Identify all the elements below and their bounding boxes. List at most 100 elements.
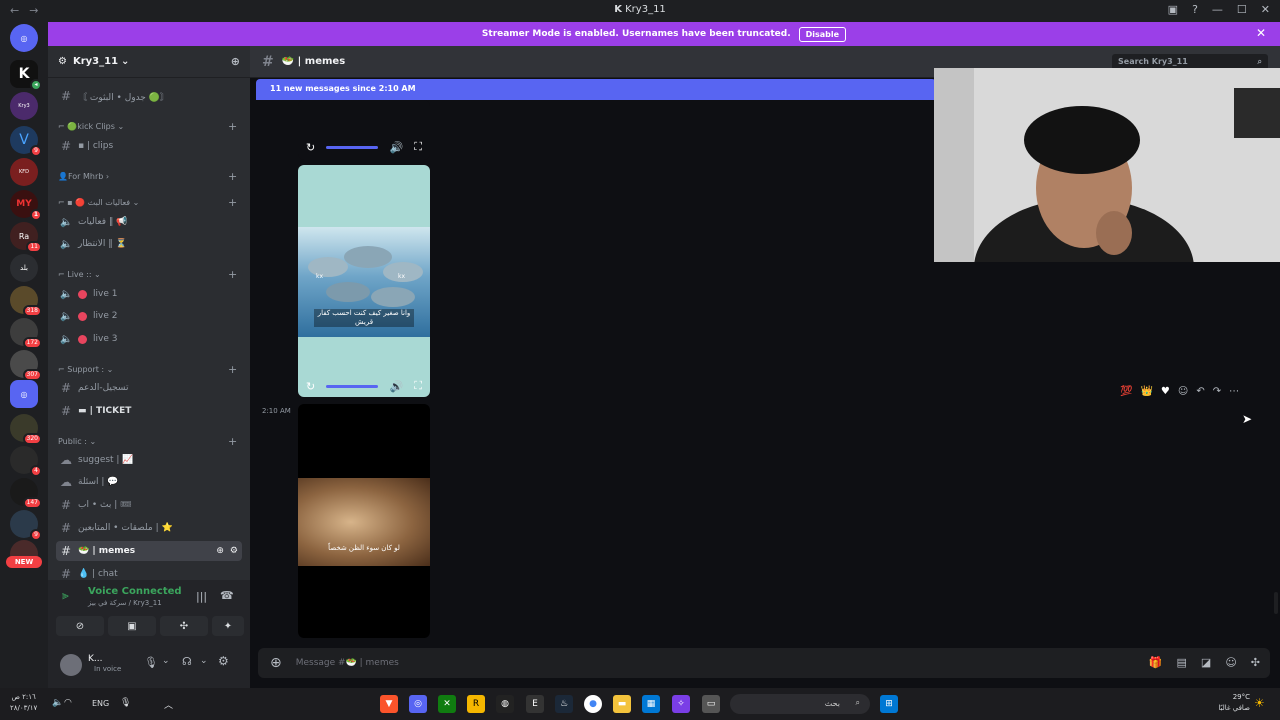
server-320[interactable]: 320 — [10, 414, 42, 445]
server-header[interactable]: ⚙ Kry3_11 ⌄ ⊕ — [48, 46, 250, 78]
weather-widget[interactable]: 29°C صافي غالبًا — [1208, 692, 1250, 714]
minimize-icon[interactable]: — — [1212, 3, 1223, 16]
video-progress[interactable] — [326, 384, 379, 388]
close-banner-icon[interactable]: ✕ — [1256, 26, 1266, 40]
server-my[interactable]: MY 1 — [10, 190, 42, 221]
wifi-icon[interactable]: ◠ — [64, 698, 72, 708]
soundboard-icon[interactable]: ||| — [196, 590, 207, 603]
brave-browser-icon[interactable]: ▼ — [380, 695, 398, 713]
server-4[interactable]: 4 — [10, 446, 42, 477]
server-discord[interactable]: ◎ — [10, 380, 38, 408]
reaction-100-icon[interactable]: 💯 — [1120, 386, 1132, 397]
chevron-down-icon[interactable]: ⌄ — [162, 656, 170, 666]
add-channel-icon[interactable]: + — [228, 363, 237, 376]
new-messages-bar[interactable]: 11 new messages since 2:10 AM — [256, 79, 936, 100]
server-kry3[interactable]: K ◂ — [10, 60, 42, 91]
clock[interactable]: ٢:١٦ ص ٢٨/٠٣/١٧ — [10, 692, 37, 714]
server-307[interactable]: 307 — [10, 350, 42, 381]
add-friend-icon[interactable]: ⊕ — [231, 55, 240, 68]
fullscreen-icon[interactable]: ⛶ — [414, 379, 422, 393]
server-rate[interactable]: Ra 11 — [10, 222, 42, 253]
channel-waiting[interactable]: 🔈 الانتظار ‖ ⏳ — [56, 234, 242, 254]
reaction-crown-icon[interactable]: 👑 — [1140, 386, 1152, 397]
server-kfd[interactable]: KFD — [10, 158, 38, 186]
channel-schedule[interactable]: # 〘 جدول • البثوت 🟢〙 — [56, 86, 242, 106]
xbox-icon[interactable]: ✕ — [438, 695, 456, 713]
sticker-icon[interactable]: ◪ — [1201, 656, 1211, 669]
chrome-icon[interactable]: ● — [584, 695, 602, 713]
video-player[interactable]: لو كان سوء الظن شخصاً — [298, 404, 430, 638]
volume-icon[interactable]: 🔊 — [389, 380, 403, 393]
attach-plus-icon[interactable]: ⊕ — [270, 655, 282, 671]
maximize-icon[interactable]: ☐ — [1237, 3, 1247, 16]
store-icon[interactable]: ▦ — [642, 695, 660, 713]
channel-live-1[interactable]: 🔈 live 1 — [56, 284, 242, 304]
add-channel-icon[interactable]: + — [228, 435, 237, 448]
channel-memes[interactable]: # 🥗 | memes ⊕ ⚙ — [56, 541, 242, 561]
copilot-icon[interactable]: ✧ — [672, 695, 690, 713]
show-hidden-icon[interactable]: ︿ — [164, 698, 173, 711]
replay-icon[interactable]: ↻ — [306, 141, 315, 154]
activities-button[interactable]: ✣ — [160, 616, 208, 636]
category-events[interactable]: ⌐ ▪ 🔴 فعاليات البث ⌄ + — [58, 196, 237, 209]
chevron-down-icon[interactable]: ⌄ — [200, 656, 208, 666]
epic-games-icon[interactable]: E — [526, 695, 544, 713]
video-player[interactable]: kx kx وانا صغير كيف كنت احسب كفار قريش ↻… — [298, 165, 430, 397]
discord-taskbar-icon[interactable]: ◎ — [409, 695, 427, 713]
rockstar-icon[interactable]: R — [467, 695, 485, 713]
channel-stickers[interactable]: # ملصقات • المتابعين | ⭐ — [56, 518, 242, 538]
video-progress[interactable] — [326, 145, 379, 149]
steam-icon[interactable]: ♨ — [555, 695, 573, 713]
forward-icon[interactable]: ↷ — [1213, 386, 1221, 397]
more-options-icon[interactable]: ⋯ — [1229, 386, 1239, 397]
channel-support-register[interactable]: # تسجيل-الدعم — [56, 378, 242, 398]
close-window-icon[interactable]: ✕ — [1261, 3, 1270, 16]
volume-tray-icon[interactable]: 🔈 — [52, 698, 63, 708]
category-live[interactable]: ⌐ Live :: ⌄ + — [58, 268, 237, 281]
mic-tray-icon[interactable]: 🎙 — [120, 698, 131, 708]
channel-events[interactable]: 🔈 فعاليات ‖ 📢 — [56, 212, 242, 232]
gif-icon[interactable]: ▤ — [1177, 656, 1187, 669]
reaction-heart-icon[interactable]: ♥ — [1161, 386, 1170, 397]
add-channel-icon[interactable]: + — [228, 170, 237, 183]
server-147[interactable]: 147 — [10, 478, 42, 509]
server-v[interactable]: V9 — [10, 126, 42, 157]
voice-channel-name[interactable]: سركة في بيز / Kry3_11 — [88, 599, 162, 607]
video-player[interactable]: ↻ 🔊 ⛶ — [298, 100, 430, 160]
app-icon[interactable]: ◍ — [496, 695, 514, 713]
channel-questions[interactable]: ☁ اسئلة | 💬 — [56, 472, 242, 492]
server-9[interactable]: 9 — [10, 510, 42, 541]
help-icon[interactable]: ? — [1192, 3, 1198, 16]
user-settings-gear-icon[interactable]: ⚙ — [218, 654, 229, 668]
add-reaction-icon[interactable]: ☺ — [1178, 386, 1188, 397]
settings-gear-icon[interactable]: ⚙ — [230, 546, 238, 556]
reply-icon[interactable]: ↶ — [1196, 386, 1204, 397]
server-bld[interactable]: بلد — [10, 254, 38, 282]
taskbar-search[interactable]: بحث ⌕ — [730, 694, 870, 714]
category-support[interactable]: ⌐ Support : ⌄ + — [58, 363, 237, 376]
inbox-icon[interactable]: ▣ — [1168, 3, 1178, 16]
screen-share-button[interactable]: ▣ — [108, 616, 156, 636]
fullscreen-icon[interactable]: ⛶ — [414, 140, 422, 154]
headphones-icon[interactable]: ☊ — [182, 655, 192, 668]
discord-home-icon[interactable]: ◎ — [10, 24, 38, 52]
add-channel-icon[interactable]: + — [228, 268, 237, 281]
server-kry3-alt[interactable]: Kry3 — [10, 92, 38, 120]
invite-icon[interactable]: ⊕ — [216, 546, 224, 556]
language-indicator[interactable]: ENG — [92, 699, 109, 708]
message-input[interactable]: Message #🥗 | memes — [296, 658, 399, 668]
channel-live-2[interactable]: 🔈 live 2 — [56, 306, 242, 326]
channel-live-3[interactable]: 🔈 live 3 — [56, 329, 242, 349]
windows-start-icon[interactable]: ⊞ — [880, 695, 898, 713]
volume-icon[interactable]: 🔊 — [389, 141, 403, 154]
emoji-icon[interactable]: ☺ — [1225, 656, 1236, 669]
replay-icon[interactable]: ↻ — [306, 380, 315, 393]
gift-icon[interactable]: 🎁 — [1149, 656, 1163, 669]
channel-ticket[interactable]: # ▬ | TICKET — [56, 401, 242, 421]
app-window-icon[interactable]: ▭ — [702, 695, 720, 713]
scrollbar[interactable] — [1274, 592, 1278, 614]
add-channel-icon[interactable]: + — [228, 120, 237, 133]
server-172[interactable]: 172 — [10, 318, 42, 349]
server-318[interactable]: 318 — [10, 286, 42, 317]
channel-suggest[interactable]: ☁ suggest | 📈 — [56, 450, 242, 470]
